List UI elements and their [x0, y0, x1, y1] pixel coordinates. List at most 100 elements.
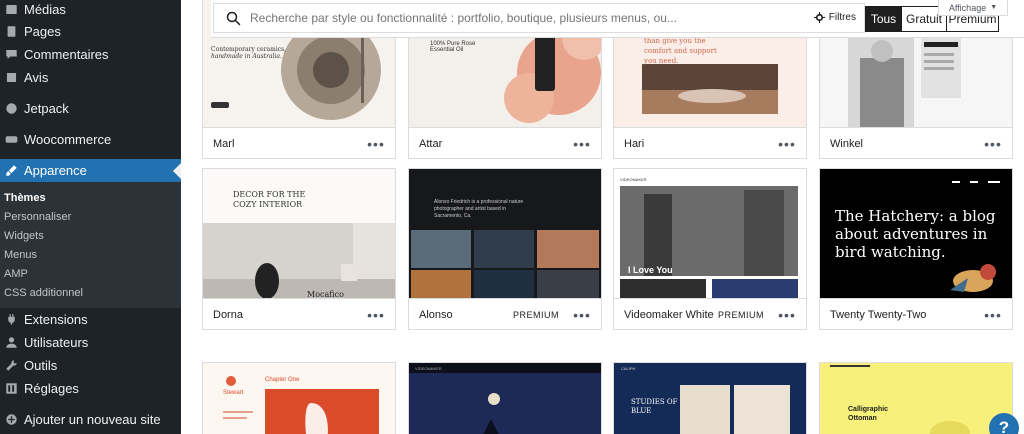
users-icon [4, 336, 18, 350]
settings-icon [4, 382, 18, 396]
thumb-line-2: Ottoman [848, 415, 877, 422]
more-options-icon[interactable]: ••• [778, 307, 796, 323]
thumb-line-1: STUDIES OF [631, 398, 678, 406]
thumb-text: STUDIES OF BLUE [631, 398, 677, 416]
sidebar-item-media[interactable]: Médias [0, 0, 181, 21]
sidebar-item-plugins[interactable]: Extensions [0, 308, 181, 331]
theme-card-footer: Alonso PREMIUM ••• [409, 298, 601, 330]
thumb-text: Contemporary ceramics, handmade in Austr… [211, 46, 286, 60]
theme-card-twenty-twenty-two[interactable]: The Hatchery: a blog about adventures in… [819, 168, 1013, 330]
sidebar-item-label: Ajouter un nouveau site [24, 412, 161, 427]
theme-thumbnail: CALIPH STUDIES OF BLUE [614, 363, 806, 434]
more-options-icon[interactable]: ••• [984, 307, 1002, 323]
theme-name: Videomaker White [624, 308, 714, 321]
theme-thumbnail: VIDEOMAKER I Love You [614, 169, 806, 298]
themes-main: Contemporary ceramics, handmade in Austr… [181, 0, 1024, 434]
sidebar-item-settings[interactable]: Réglages [0, 377, 181, 400]
tools-icon [4, 359, 18, 373]
submenu-item-customize[interactable]: Personnaliser [4, 211, 71, 223]
search-icon [226, 11, 241, 25]
sidebar-item-users[interactable]: Utilisateurs [0, 331, 181, 354]
theme-card-footer: Twenty Twenty-Two ••• [820, 298, 1012, 330]
media-icon [4, 3, 18, 17]
thumb-line-3: you need. [644, 57, 679, 65]
theme-card-dorna[interactable]: DECOR FOR THE COZY INTERIOR Mocafico Dor… [202, 168, 396, 330]
thumb-brand: VIDEOMAKER [415, 366, 442, 371]
theme-thumbnail: Alonso Friedrich is a professional natur… [409, 169, 601, 298]
filters-button[interactable]: Filtres [813, 12, 856, 23]
theme-name: Marl [213, 137, 235, 150]
more-options-icon[interactable]: ••• [984, 136, 1002, 152]
sidebar-item-woocommerce[interactable]: Woocommerce [0, 128, 181, 151]
theme-card-footer: Attar ••• [409, 127, 601, 159]
thumb-brand: VIDEOMAKER [620, 177, 647, 182]
theme-card-alonso[interactable]: Alonso Friedrich is a professional natur… [408, 168, 602, 330]
sidebar-item-comments[interactable]: Commentaires [0, 43, 181, 66]
thumb-line-2: handmade in Australia. [211, 53, 282, 60]
theme-name: Alonso [419, 308, 453, 321]
theme-name: Attar [419, 137, 443, 150]
more-options-icon[interactable]: ••• [778, 136, 796, 152]
theme-card-videomaker-white[interactable]: VIDEOMAKER I Love You Videomaker White P… [613, 168, 807, 330]
submenu-item-menus[interactable]: Menus [4, 249, 37, 261]
chevron-down-icon: ▼ [990, 4, 998, 11]
thumb-line-2: COZY INTERIOR [233, 200, 303, 209]
sidebar-item-feedback[interactable]: Avis [0, 66, 181, 89]
sidebar-item-add-site[interactable]: Ajouter un nouveau site [0, 408, 181, 431]
theme-card-footer: Marl ••• [203, 127, 395, 159]
tab-all[interactable]: Tous [865, 6, 902, 32]
theme-thumbnail: Calligraphic Ottoman [820, 363, 1012, 434]
pages-icon [4, 25, 18, 39]
sidebar-item-label: Jetpack [24, 101, 69, 116]
add-site-icon [4, 413, 18, 427]
theme-thumbnail: The Hatchery: a blog about adventures in… [820, 169, 1012, 298]
submenu-item-widgets[interactable]: Widgets [4, 230, 44, 242]
thumb-text: DECOR FOR THE COZY INTERIOR [233, 190, 305, 210]
thumb-line-3: Sacramento, Ca. [434, 213, 472, 219]
thumb-text: Calligraphic Ottoman [848, 405, 888, 423]
sidebar-item-pages[interactable]: Pages [0, 20, 181, 43]
theme-name: Winkel [830, 137, 864, 150]
sidebar-item-label: Extensions [24, 312, 88, 327]
theme-card-calligraphic[interactable]: Calligraphic Ottoman [819, 362, 1013, 434]
thumb-brand: Stewart [223, 390, 244, 396]
sidebar-item-label: Utilisateurs [24, 335, 89, 350]
sidebar-item-label: Commentaires [24, 47, 109, 62]
thumb-line-2: photographer and artist based in [434, 206, 506, 212]
thumb-brand: CALIPH [621, 366, 636, 371]
theme-card-caliph[interactable]: CALIPH STUDIES OF BLUE [613, 362, 807, 434]
sidebar-item-label: Avis [24, 70, 49, 85]
brush-icon [4, 164, 18, 178]
more-options-icon[interactable]: ••• [573, 136, 591, 152]
search-input[interactable] [250, 11, 800, 25]
submenu-item-amp[interactable]: AMP [4, 268, 28, 280]
gear-icon [813, 12, 825, 23]
thumb-text: than give you the comfort and support yo… [644, 36, 717, 66]
view-dropdown[interactable]: Affichage ▼ [938, 0, 1008, 16]
view-dropdown-label: Affichage [948, 2, 987, 13]
theme-card-footer: Hari ••• [614, 127, 806, 159]
submenu-item-themes[interactable]: Thèmes [4, 192, 46, 204]
sidebar-item-jetpack[interactable]: Jetpack [0, 97, 181, 120]
thumb-line-1: Contemporary ceramics, [211, 46, 287, 53]
theme-card-stewart[interactable]: Stewart Chapter One [202, 362, 396, 434]
theme-name: Hari [624, 137, 645, 150]
sidebar-item-label: Outils [24, 358, 58, 373]
thumb-text: 100% Pure Rose Essential Oil [430, 41, 475, 53]
more-options-icon[interactable]: ••• [573, 307, 591, 323]
theme-card-footer: Dorna ••• [203, 298, 395, 330]
theme-card-videomaker[interactable]: VIDEOMAKER [408, 362, 602, 434]
more-options-icon[interactable]: ••• [367, 136, 385, 152]
premium-badge: PREMIUM [513, 309, 559, 320]
thumb-text: The Hatchery: a blog about adventures in… [835, 207, 996, 261]
more-options-icon[interactable]: ••• [367, 307, 385, 323]
sidebar-item-tools[interactable]: Outils [0, 354, 181, 377]
submenu-item-custom-css[interactable]: CSS additionnel [4, 287, 83, 299]
theme-thumbnail: VIDEOMAKER [409, 363, 601, 434]
theme-name: Dorna [213, 308, 243, 321]
thumb-line-1: Calligraphic [848, 406, 889, 413]
thumb-line-1: Alonso Friedrich is a professional natur… [434, 199, 524, 205]
sidebar-item-appearance[interactable]: Apparence [0, 159, 181, 182]
sidebar-item-label: Apparence [24, 163, 87, 178]
thumb-text: Alonso Friedrich is a professional natur… [434, 199, 523, 220]
